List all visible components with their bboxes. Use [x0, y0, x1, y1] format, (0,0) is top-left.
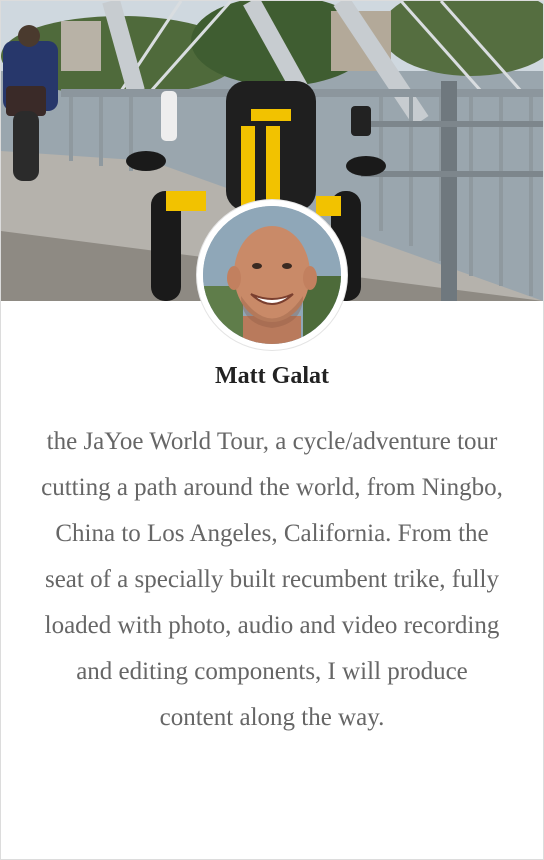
avatar-photo	[203, 206, 341, 344]
profile-name: Matt Galat	[215, 363, 329, 389]
profile-bio: the JaYoe World Tour, a cycle/adventure …	[41, 428, 503, 731]
avatar-image	[203, 206, 341, 344]
avatar	[197, 200, 347, 350]
profile-card: Matt Galat the JaYoe World Tour, a cycle…	[0, 0, 544, 860]
